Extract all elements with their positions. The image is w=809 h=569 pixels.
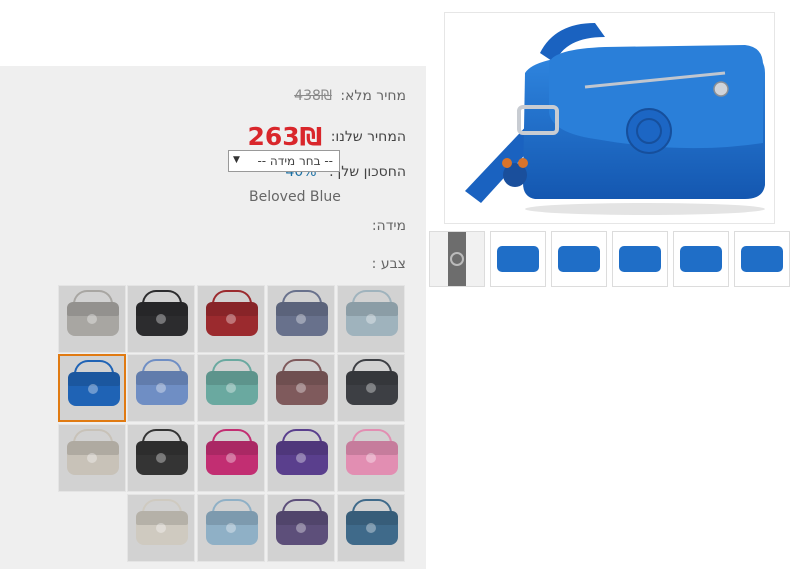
color-swatch-periwinkle[interactable] xyxy=(127,354,195,422)
color-swatch-mosaic-print[interactable] xyxy=(337,494,405,562)
our-price-label: המחיר שלנו: xyxy=(330,129,406,145)
bag-thumbnail-image xyxy=(67,290,119,336)
thumbnail-strap-view[interactable] xyxy=(734,231,790,287)
bag-thumbnail-image xyxy=(136,499,188,545)
bag-thumbnail-image xyxy=(206,290,258,336)
color-swatch-black-2[interactable] xyxy=(127,424,195,492)
bag-thumbnail-image xyxy=(680,246,722,272)
bag-thumbnail-image xyxy=(136,429,188,475)
bag-thumbnail-image xyxy=(276,499,328,545)
bag-thumbnail-image xyxy=(741,246,783,272)
thumbnail-front[interactable] xyxy=(551,231,607,287)
bag-thumbnail-image xyxy=(346,290,398,336)
color-swatch-spotted-print[interactable] xyxy=(197,494,265,562)
bag-thumbnail-image xyxy=(346,429,398,475)
color-swatch-beloved-blue[interactable] xyxy=(58,354,126,422)
size-select-value: -- בחר מידה -- xyxy=(257,154,333,168)
bag-thumbnail-image xyxy=(276,290,328,336)
size-select[interactable]: -- בחר מידה -- ▼ xyxy=(228,150,340,172)
color-swatch-magenta[interactable] xyxy=(197,424,265,492)
thumbnail-video[interactable] xyxy=(429,231,485,287)
color-swatch-silver-grey[interactable] xyxy=(58,285,126,353)
color-swatch-slate-blue[interactable] xyxy=(267,285,335,353)
savings-label: החסכון שלך: xyxy=(329,164,406,180)
crossbody-bag-image xyxy=(465,23,765,215)
color-swatch-charcoal[interactable] xyxy=(337,354,405,422)
full-price-value: 438₪ xyxy=(294,88,332,104)
main-product-image[interactable] xyxy=(444,12,775,224)
bag-thumbnail-image xyxy=(67,429,119,475)
bag-thumbnail-image xyxy=(206,499,258,545)
color-swatch-abstract-print[interactable] xyxy=(267,354,335,422)
color-label: צבע : xyxy=(371,256,406,272)
bag-thumbnail-image xyxy=(497,246,539,272)
bag-thumbnail-image xyxy=(558,246,600,272)
our-price-row: המחיר שלנו: 263₪ xyxy=(247,122,406,151)
chevron-down-icon: ▼ xyxy=(233,155,240,165)
color-swatch-black[interactable] xyxy=(127,285,195,353)
thumbnail-open-top[interactable] xyxy=(490,231,546,287)
bag-thumbnail-image xyxy=(346,359,398,405)
our-price-value: 263₪ xyxy=(247,122,323,151)
bag-thumbnail-image xyxy=(136,359,188,405)
video-icon xyxy=(448,232,466,286)
thumbnail-back[interactable] xyxy=(673,231,729,287)
color-swatch-cream[interactable] xyxy=(127,494,195,562)
bag-thumbnail-image xyxy=(206,359,258,405)
bag-thumbnail-image xyxy=(136,290,188,336)
bag-thumbnail-image xyxy=(276,359,328,405)
color-swatch-mint[interactable] xyxy=(197,354,265,422)
thumbnail-side[interactable] xyxy=(612,231,668,287)
color-swatch-floral-print[interactable] xyxy=(267,494,335,562)
size-label: מידה: xyxy=(371,218,406,234)
full-price-row: מחיר מלא: 438₪ xyxy=(294,88,406,104)
bag-thumbnail-image xyxy=(68,360,120,406)
color-swatch-light-blue[interactable] xyxy=(337,285,405,353)
bag-thumbnail-image xyxy=(276,429,328,475)
color-swatch-pearl[interactable] xyxy=(58,424,126,492)
color-value: Beloved Blue xyxy=(249,189,341,205)
color-swatch-red[interactable] xyxy=(197,285,265,353)
bag-thumbnail-image xyxy=(619,246,661,272)
bag-thumbnail-image xyxy=(206,429,258,475)
bag-thumbnail-image xyxy=(346,499,398,545)
full-price-label: מחיר מלא: xyxy=(340,88,406,104)
color-swatch-purple[interactable] xyxy=(267,424,335,492)
color-swatch-pink[interactable] xyxy=(337,424,405,492)
